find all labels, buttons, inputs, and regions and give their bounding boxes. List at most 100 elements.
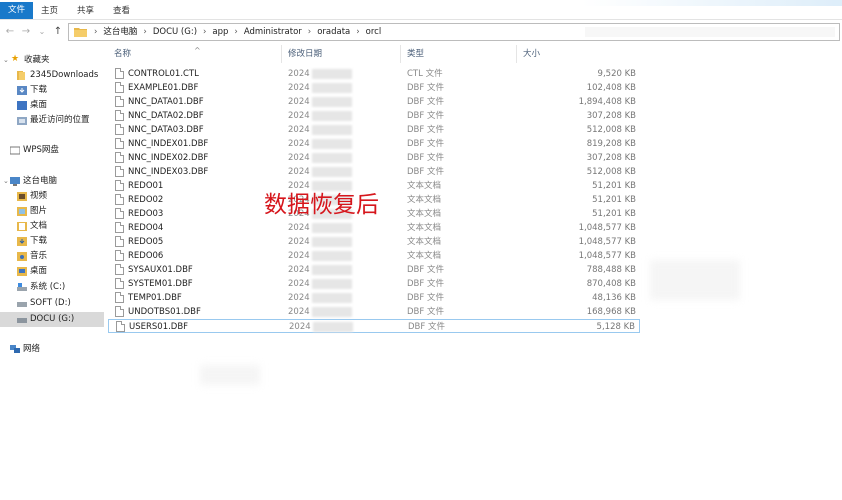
- sidebar-item-label: 桌面: [30, 100, 48, 110]
- file-date: 2024: [288, 167, 310, 177]
- file-size: 1,048,577 KB: [578, 237, 636, 247]
- file-row[interactable]: NNC_DATA02.DBF 2024 DBF 文件 307,208 KB: [108, 109, 640, 123]
- column-header-type[interactable]: 类型: [401, 45, 517, 63]
- documents-folder-icon: [17, 222, 27, 231]
- file-date: 2024: [289, 322, 311, 332]
- file-icon: [116, 321, 125, 332]
- file-row[interactable]: CONTROL01.CTL 2024 CTL 文件 9,520 KB: [108, 67, 640, 81]
- file-date: 2024: [288, 125, 310, 135]
- music-folder-icon: [17, 252, 27, 261]
- sidebar-item-documents[interactable]: 文档: [0, 219, 104, 234]
- sidebar-item-recent[interactable]: 最近访问的位置: [0, 113, 104, 128]
- file-icon: [115, 222, 124, 233]
- file-row[interactable]: SYSTEM01.DBF 2024 DBF 文件 870,408 KB: [108, 277, 640, 291]
- up-button[interactable]: ↑: [52, 25, 64, 39]
- file-row[interactable]: NNC_DATA01.DBF 2024 DBF 文件 1,894,408 KB: [108, 95, 640, 109]
- sidebar-item-desktop[interactable]: 桌面: [0, 98, 104, 113]
- recent-locations-button[interactable]: ⌄: [36, 25, 48, 39]
- sidebar-item-favorites[interactable]: ⌄ ★ 收藏夹: [0, 53, 104, 68]
- sidebar-item-desktop-pc[interactable]: 桌面: [0, 264, 104, 279]
- tab-file[interactable]: 文件: [0, 2, 34, 19]
- breadcrumb-item[interactable]: orcl: [366, 27, 382, 37]
- file-date: 2024: [288, 251, 310, 261]
- chevron-down-icon[interactable]: ⌄: [3, 174, 9, 189]
- column-header-size[interactable]: 大小: [517, 45, 640, 63]
- breadcrumb-item[interactable]: Administrator: [244, 27, 302, 37]
- column-header-label: 大小: [523, 49, 541, 59]
- column-header-label: 修改日期: [288, 49, 323, 59]
- desktop-icon: [17, 101, 27, 110]
- file-name: TEMP01.DBF: [128, 293, 182, 303]
- file-size: 819,208 KB: [586, 139, 636, 149]
- file-row[interactable]: REDO04 2024 文本文档 1,048,577 KB: [108, 221, 640, 235]
- computer-icon: [10, 177, 20, 186]
- sidebar-item-label: 图片: [30, 206, 48, 216]
- file-row[interactable]: TEMP01.DBF 2024 DBF 文件 48,136 KB: [108, 291, 640, 305]
- file-size: 307,208 KB: [586, 111, 636, 121]
- file-row[interactable]: UNDOTBS01.DBF 2024 DBF 文件 168,968 KB: [108, 305, 640, 319]
- file-date: 2024: [288, 293, 310, 303]
- sidebar-item-2345downloads[interactable]: 2345Downloads: [0, 68, 104, 83]
- breadcrumb-item[interactable]: oradata: [317, 27, 350, 37]
- blurred-date: [312, 293, 352, 303]
- file-date: 2024: [288, 265, 310, 275]
- file-icon: [115, 152, 124, 163]
- forward-button[interactable]: →: [20, 25, 32, 39]
- column-header-date[interactable]: 修改日期: [282, 45, 401, 63]
- file-name: SYSTEM01.DBF: [128, 279, 193, 289]
- file-row[interactable]: SYSAUX01.DBF 2024 DBF 文件 788,488 KB: [108, 263, 640, 277]
- column-header-name[interactable]: 名称 ^: [108, 45, 282, 63]
- desktop-folder-icon: [17, 267, 27, 276]
- tab-view[interactable]: 查看: [106, 3, 137, 19]
- file-row[interactable]: NNC_INDEX03.DBF 2024 DBF 文件 512,008 KB: [108, 165, 640, 179]
- blurred-date: [312, 265, 352, 275]
- file-size: 9,520 KB: [597, 69, 636, 79]
- sidebar-item-pictures[interactable]: 图片: [0, 204, 104, 219]
- hard-drive-icon: [17, 318, 27, 323]
- sidebar-item-drive-g[interactable]: DOCU (G:): [0, 312, 104, 327]
- sidebar-item-downloads-pc[interactable]: 下载: [0, 234, 104, 249]
- sidebar-item-drive-d[interactable]: SOFT (D:): [0, 296, 104, 311]
- ribbon: 文件 主页 共享 查看: [0, 0, 842, 20]
- file-size: 1,048,577 KB: [578, 223, 636, 233]
- sidebar-item-network[interactable]: 网络: [0, 342, 104, 357]
- file-name: REDO02: [128, 195, 164, 205]
- address-bar-row: ← → ⌄ ↑ › 这台电脑 › DOCU (G:) › app › Administrato…: [0, 22, 842, 42]
- tab-home[interactable]: 主页: [34, 3, 65, 19]
- back-button[interactable]: ←: [4, 25, 16, 39]
- sidebar-item-drive-c[interactable]: 系统 (C:): [0, 280, 104, 295]
- file-row[interactable]: NNC_INDEX01.DBF 2024 DBF 文件 819,208 KB: [108, 137, 640, 151]
- breadcrumb-item[interactable]: 这台电脑: [103, 27, 137, 37]
- breadcrumb-separator-icon: ›: [307, 27, 312, 37]
- file-row[interactable]: NNC_DATA03.DBF 2024 DBF 文件 512,008 KB: [108, 123, 640, 137]
- sidebar-item-this-pc[interactable]: ⌄ 这台电脑: [0, 174, 104, 189]
- file-row[interactable]: EXAMPLE01.DBF 2024 DBF 文件 102,408 KB: [108, 81, 640, 95]
- sidebar-item-music[interactable]: 音乐: [0, 249, 104, 264]
- address-bar[interactable]: › 这台电脑 › DOCU (G:) › app › Administrator › oradat…: [68, 23, 840, 41]
- file-icon: [115, 278, 124, 289]
- file-size: 51,201 KB: [592, 181, 636, 191]
- file-size: 102,408 KB: [586, 83, 636, 93]
- sidebar-item-downloads[interactable]: 下载: [0, 83, 104, 98]
- blurred-date: [312, 279, 352, 289]
- file-type: DBF 文件: [407, 167, 444, 177]
- breadcrumb-item[interactable]: DOCU (G:): [153, 27, 197, 37]
- file-row[interactable]: REDO06 2024 文本文档 1,048,577 KB: [108, 249, 640, 263]
- file-row[interactable]: NNC_INDEX02.DBF 2024 DBF 文件 307,208 KB: [108, 151, 640, 165]
- file-date: 2024: [288, 153, 310, 163]
- file-type: 文本文档: [407, 251, 442, 261]
- breadcrumb-item[interactable]: app: [212, 27, 228, 37]
- file-name: REDO01: [128, 181, 164, 191]
- file-type: DBF 文件: [407, 293, 444, 303]
- breadcrumb-separator-icon: ›: [94, 27, 98, 37]
- file-row[interactable]: USERS01.DBF 2024 DBF 文件 5,128 KB: [108, 319, 640, 333]
- file-size: 307,208 KB: [586, 153, 636, 163]
- sidebar-item-wps[interactable]: WPS网盘: [0, 143, 104, 158]
- blurred-date: [312, 97, 352, 107]
- sidebar-item-label: 这台电脑: [23, 176, 58, 186]
- tab-share[interactable]: 共享: [70, 3, 101, 19]
- file-row[interactable]: REDO05 2024 文本文档 1,048,577 KB: [108, 235, 640, 249]
- file-size: 168,968 KB: [586, 307, 636, 317]
- chevron-down-icon[interactable]: ⌄: [3, 53, 9, 68]
- sidebar-item-videos[interactable]: 视频: [0, 189, 104, 204]
